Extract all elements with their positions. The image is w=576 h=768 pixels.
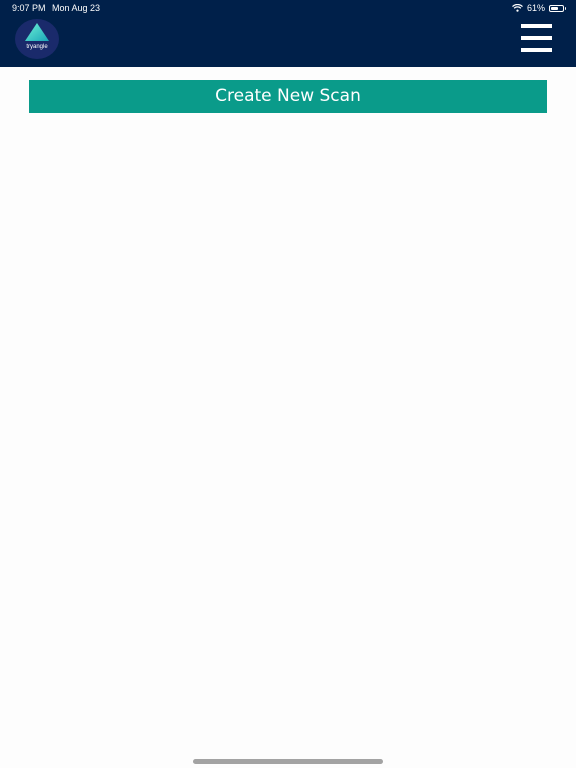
menu-line: [521, 48, 552, 52]
menu-line: [521, 36, 552, 40]
wifi-icon: [512, 4, 523, 12]
battery-level-fill: [551, 6, 558, 10]
menu-line: [521, 24, 552, 28]
status-date: Mon Aug 23: [52, 3, 101, 13]
tryangle-logo: tryangle: [15, 19, 59, 59]
battery-icon: [549, 4, 566, 12]
hamburger-menu-icon[interactable]: [521, 24, 552, 52]
triangle-logo-icon: [25, 23, 49, 41]
battery-percent: 61%: [526, 3, 545, 13]
app-screen: 9:07 PM Mon Aug 23 61% tryangle Create N…: [0, 0, 576, 768]
app-header: 9:07 PM Mon Aug 23 61% tryangle: [0, 0, 576, 67]
logo-wordmark: tryangle: [26, 44, 48, 50]
status-indicators: 61%: [512, 0, 566, 16]
status-bar: 9:07 PM Mon Aug 23 61%: [0, 0, 576, 16]
home-indicator[interactable]: [193, 759, 383, 764]
status-time: 9:07 PM: [12, 3, 46, 13]
create-new-scan-button[interactable]: Create New Scan: [29, 80, 547, 113]
